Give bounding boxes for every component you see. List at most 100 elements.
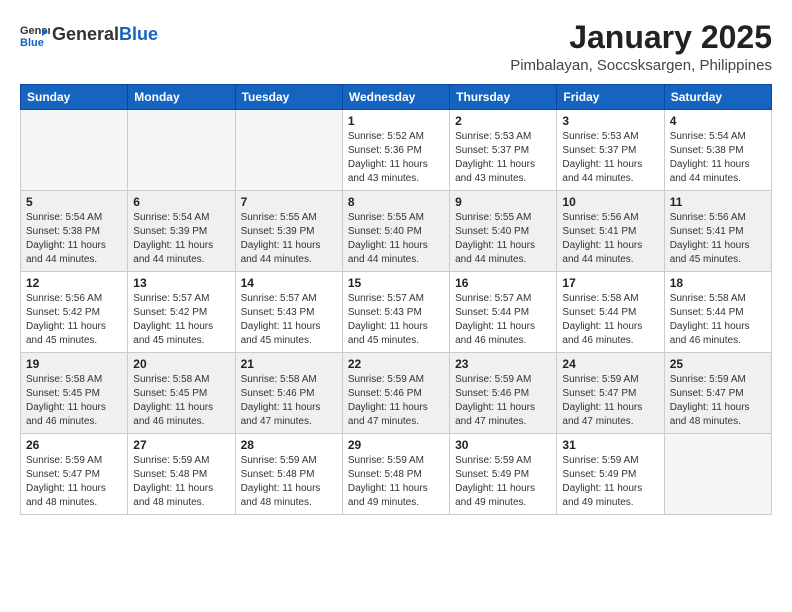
day-info: Sunrise: 5:59 AMSunset: 5:47 PMDaylight:…	[562, 373, 658, 429]
day-number: 2	[455, 114, 551, 128]
table-row: 2 Sunrise: 5:53 AMSunset: 5:37 PMDaylight…	[450, 110, 557, 191]
header: General Blue GeneralBlue January 2025 Pi…	[20, 20, 772, 74]
day-number: 12	[26, 276, 122, 290]
table-row	[664, 434, 771, 515]
table-row: 4 Sunrise: 5:54 AMSunset: 5:38 PMDaylight…	[664, 110, 771, 191]
table-row: 30 Sunrise: 5:59 AMSunset: 5:49 PMDayligh…	[450, 434, 557, 515]
day-number: 23	[455, 357, 551, 371]
day-info: Sunrise: 5:58 AMSunset: 5:45 PMDaylight:…	[133, 373, 229, 429]
month-title: January 2025	[510, 20, 772, 55]
day-info: Sunrise: 5:59 AMSunset: 5:46 PMDaylight:…	[455, 373, 551, 429]
day-info: Sunrise: 5:59 AMSunset: 5:46 PMDaylight:…	[348, 373, 444, 429]
table-row: 9Sunrise: 5:55 AMSunset: 5:40 PMDaylight…	[450, 191, 557, 272]
day-info: Sunrise: 5:59 AMSunset: 5:49 PMDaylight:…	[455, 454, 551, 510]
table-row: 22 Sunrise: 5:59 AMSunset: 5:46 PMDayligh…	[342, 353, 449, 434]
day-number: 11	[670, 195, 766, 209]
day-number: 3	[562, 114, 658, 128]
day-number: 6	[133, 195, 229, 209]
day-number: 14	[241, 276, 337, 290]
calendar-table: Sunday Monday Tuesday Wednesday Thursday…	[20, 84, 772, 515]
table-row: 26 Sunrise: 5:59 AMSunset: 5:47 PMDayligh…	[21, 434, 128, 515]
table-row: 31 Sunrise: 5:59 AMSunset: 5:49 PMDayligh…	[557, 434, 664, 515]
day-number: 28	[241, 438, 337, 452]
logo-blue: Blue	[119, 24, 158, 44]
calendar-week-5: 26 Sunrise: 5:59 AMSunset: 5:47 PMDayligh…	[21, 434, 772, 515]
day-number: 21	[241, 357, 337, 371]
day-info: Sunrise: 5:54 AMSunset: 5:38 PMDaylight:…	[670, 130, 766, 186]
day-info: Sunrise: 5:59 AMSunset: 5:48 PMDaylight:…	[241, 454, 337, 510]
table-row: 24 Sunrise: 5:59 AMSunset: 5:47 PMDayligh…	[557, 353, 664, 434]
day-info: Sunrise: 5:53 AMSunset: 5:37 PMDaylight:…	[562, 130, 658, 186]
table-row: 20 Sunrise: 5:58 AMSunset: 5:45 PMDayligh…	[128, 353, 235, 434]
day-number: 29	[348, 438, 444, 452]
table-row: 15Sunrise: 5:57 AMSunset: 5:43 PMDayligh…	[342, 272, 449, 353]
day-info: Sunrise: 5:52 AMSunset: 5:36 PMDaylight:…	[348, 130, 444, 186]
header-monday: Monday	[128, 85, 235, 110]
day-number: 30	[455, 438, 551, 452]
day-number: 7	[241, 195, 337, 209]
day-info: Sunrise: 5:57 AMSunset: 5:42 PMDaylight:…	[133, 292, 229, 348]
day-info: Sunrise: 5:58 AMSunset: 5:44 PMDaylight:…	[562, 292, 658, 348]
calendar-header-row: Sunday Monday Tuesday Wednesday Thursday…	[21, 85, 772, 110]
page: General Blue GeneralBlue January 2025 Pi…	[0, 0, 792, 525]
day-number: 20	[133, 357, 229, 371]
day-number: 13	[133, 276, 229, 290]
table-row: 8 Sunrise: 5:55 AMSunset: 5:40 PMDaylight…	[342, 191, 449, 272]
table-row: 12 Sunrise: 5:56 AMSunset: 5:42 PMDayligh…	[21, 272, 128, 353]
header-thursday: Thursday	[450, 85, 557, 110]
svg-text:Blue: Blue	[20, 37, 44, 49]
day-number: 1	[348, 114, 444, 128]
table-row: 3 Sunrise: 5:53 AMSunset: 5:37 PMDaylight…	[557, 110, 664, 191]
day-info: Sunrise: 5:55 AMSunset: 5:40 PMDaylight:…	[348, 211, 444, 267]
day-number: 4	[670, 114, 766, 128]
day-info: Sunrise: 5:59 AMSunset: 5:47 PMDaylight:…	[26, 454, 122, 510]
logo-text-block: GeneralBlue	[52, 25, 158, 45]
day-info: Sunrise: 5:59 AMSunset: 5:48 PMDaylight:…	[133, 454, 229, 510]
logo-icon: General Blue	[20, 20, 50, 50]
table-row	[235, 110, 342, 191]
day-number: 26	[26, 438, 122, 452]
day-info: Sunrise: 5:56 AMSunset: 5:41 PMDaylight:…	[670, 211, 766, 267]
table-row: 16Sunrise: 5:57 AMSunset: 5:44 PMDayligh…	[450, 272, 557, 353]
table-row: 14 Sunrise: 5:57 AMSunset: 5:43 PMDayligh…	[235, 272, 342, 353]
table-row: 18 Sunrise: 5:58 AMSunset: 5:44 PMDayligh…	[664, 272, 771, 353]
table-row: 28 Sunrise: 5:59 AMSunset: 5:48 PMDayligh…	[235, 434, 342, 515]
day-info: Sunrise: 5:54 AMSunset: 5:38 PMDaylight:…	[26, 211, 122, 267]
day-info: Sunrise: 5:54 AMSunset: 5:39 PMDaylight:…	[133, 211, 229, 267]
day-number: 18	[670, 276, 766, 290]
table-row: 7 Sunrise: 5:55 AMSunset: 5:39 PMDaylight…	[235, 191, 342, 272]
logo-general: General	[52, 24, 119, 44]
table-row: 19 Sunrise: 5:58 AMSunset: 5:45 PMDayligh…	[21, 353, 128, 434]
table-row	[21, 110, 128, 191]
day-number: 5	[26, 195, 122, 209]
day-info: Sunrise: 5:53 AMSunset: 5:37 PMDaylight:…	[455, 130, 551, 186]
logo: General Blue GeneralBlue	[20, 20, 158, 50]
day-number: 24	[562, 357, 658, 371]
day-info: Sunrise: 5:55 AMSunset: 5:39 PMDaylight:…	[241, 211, 337, 267]
day-number: 19	[26, 357, 122, 371]
table-row: 23 Sunrise: 5:59 AMSunset: 5:46 PMDayligh…	[450, 353, 557, 434]
title-block: January 2025 Pimbalayan, Soccsksargen, P…	[510, 20, 772, 74]
table-row: 25Sunrise: 5:59 AMSunset: 5:47 PMDayligh…	[664, 353, 771, 434]
table-row: 27 Sunrise: 5:59 AMSunset: 5:48 PMDayligh…	[128, 434, 235, 515]
day-number: 8	[348, 195, 444, 209]
calendar-week-3: 12 Sunrise: 5:56 AMSunset: 5:42 PMDayligh…	[21, 272, 772, 353]
day-info: Sunrise: 5:56 AMSunset: 5:42 PMDaylight:…	[26, 292, 122, 348]
calendar-week-2: 5 Sunrise: 5:54 AMSunset: 5:38 PMDaylight…	[21, 191, 772, 272]
header-tuesday: Tuesday	[235, 85, 342, 110]
day-info: Sunrise: 5:56 AMSunset: 5:41 PMDaylight:…	[562, 211, 658, 267]
table-row: 21Sunrise: 5:58 AMSunset: 5:46 PMDayligh…	[235, 353, 342, 434]
table-row: 5 Sunrise: 5:54 AMSunset: 5:38 PMDaylight…	[21, 191, 128, 272]
table-row	[128, 110, 235, 191]
day-info: Sunrise: 5:58 AMSunset: 5:45 PMDaylight:…	[26, 373, 122, 429]
day-number: 27	[133, 438, 229, 452]
table-row: 10Sunrise: 5:56 AMSunset: 5:41 PMDayligh…	[557, 191, 664, 272]
day-info: Sunrise: 5:59 AMSunset: 5:47 PMDaylight:…	[670, 373, 766, 429]
day-info: Sunrise: 5:57 AMSunset: 5:43 PMDaylight:…	[241, 292, 337, 348]
day-info: Sunrise: 5:58 AMSunset: 5:44 PMDaylight:…	[670, 292, 766, 348]
day-info: Sunrise: 5:59 AMSunset: 5:49 PMDaylight:…	[562, 454, 658, 510]
day-number: 31	[562, 438, 658, 452]
day-info: Sunrise: 5:55 AMSunset: 5:40 PMDaylight:…	[455, 211, 551, 267]
day-number: 17	[562, 276, 658, 290]
day-number: 22	[348, 357, 444, 371]
